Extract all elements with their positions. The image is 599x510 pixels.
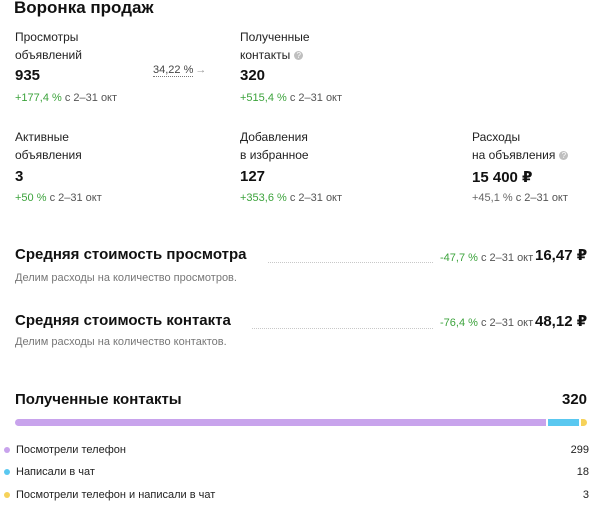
metric-contacts: Полученные контакты?	[240, 28, 310, 64]
avg-view-period: с 2–31 окт	[480, 252, 534, 264]
metric-favorites-delta: +353,6 %	[240, 192, 287, 204]
metric-contacts-change: +515,4 % с 2–31 окт	[240, 92, 342, 104]
metric-active: Активные объявления	[15, 128, 82, 164]
dotted-leader	[268, 262, 433, 263]
avg-view-change: -47,7 % с 2–31 окт	[440, 252, 533, 264]
legend-label: Посмотрели телефон и написали в чат	[16, 489, 216, 501]
list-item: Написали в чат 18	[4, 466, 589, 480]
page-title: Воронка продаж	[14, 0, 154, 17]
avg-contact-description: Делим расходы на количество контактов.	[15, 336, 227, 348]
metric-contacts-value: 320	[240, 67, 266, 84]
avg-contact-title: Средняя стоимость контакта	[15, 312, 231, 329]
dotted-leader	[252, 328, 433, 329]
contacts-stacked-bar	[15, 419, 587, 426]
help-icon[interactable]: ?	[559, 151, 569, 160]
legend-value: 18	[576, 466, 589, 478]
help-icon[interactable]: ?	[294, 51, 304, 60]
metric-views-label-line1: Просмотры	[15, 30, 79, 44]
metric-favorites-label-line2: в избранное	[240, 148, 309, 162]
metric-contacts-period: с 2–31 окт	[289, 92, 343, 104]
bar-segment-phone	[15, 419, 546, 426]
metric-favorites-change: +353,6 % с 2–31 окт	[240, 192, 342, 204]
metric-views-period: с 2–31 окт	[64, 92, 118, 104]
legend-dot-phone	[4, 447, 10, 453]
metric-views-label-line2: объявлений	[15, 48, 82, 62]
metric-favorites-value: 127	[240, 168, 266, 185]
metric-favorites: Добавления в избранное	[240, 128, 309, 164]
avg-contact-value: 48,12 ₽	[535, 313, 588, 330]
contacts-breakdown-title: Полученные контакты	[15, 391, 182, 408]
legend-label: Написали в чат	[16, 466, 95, 478]
metric-views-delta: +177,4 %	[15, 92, 62, 104]
avg-view-value: 16,47 ₽	[535, 247, 588, 264]
metric-expenses-change: +45,1 % с 2–31 окт	[472, 192, 568, 204]
conversion-value: 34,22 %	[153, 64, 194, 77]
avg-contact-delta: -76,4 %	[440, 317, 478, 329]
metric-expenses-period: с 2–31 окт	[515, 192, 568, 204]
legend-dot-both	[4, 492, 10, 498]
legend-value: 299	[570, 444, 589, 456]
metric-favorites-label-line1: Добавления	[240, 130, 308, 144]
bar-segment-both	[581, 419, 587, 426]
avg-contact-change: -76,4 % с 2–31 окт	[440, 317, 533, 329]
metric-active-label-line1: Активные	[15, 130, 69, 144]
legend-label: Посмотрели телефон	[16, 444, 126, 456]
metric-active-period: с 2–31 окт	[49, 192, 102, 204]
metric-views-value: 935	[15, 67, 41, 84]
metric-contacts-delta: +515,4 %	[240, 92, 287, 104]
avg-view-description: Делим расходы на количество просмотров.	[15, 272, 237, 284]
metric-active-label-line2: объявления	[15, 148, 82, 162]
metric-views: Просмотры объявлений	[15, 28, 82, 64]
metric-contacts-label-line2: контакты	[240, 48, 291, 62]
metric-active-value: 3	[15, 168, 24, 185]
list-item: Посмотрели телефон и написали в чат 3	[4, 489, 589, 503]
metric-expenses: Расходы на объявления?	[472, 128, 569, 164]
metric-active-delta: +50 %	[15, 192, 47, 204]
metric-contacts-label-line1: Полученные	[240, 30, 310, 44]
list-item: Посмотрели телефон 299	[4, 444, 589, 458]
arrow-right-icon: →	[195, 64, 207, 76]
metric-expenses-label-line2: на объявления	[472, 148, 556, 162]
metric-views-change: +177,4 % с 2–31 окт	[15, 92, 117, 104]
metric-expenses-label-line1: Расходы	[472, 130, 521, 144]
avg-view-delta: -47,7 %	[440, 252, 478, 264]
metric-active-change: +50 % с 2–31 окт	[15, 192, 102, 204]
avg-contact-period: с 2–31 окт	[480, 317, 534, 329]
avg-view-title: Средняя стоимость просмотра	[15, 246, 247, 263]
conversion-rate[interactable]: 34,22 % →	[153, 64, 207, 77]
bar-segment-chat	[547, 419, 580, 426]
metric-expenses-value: 15 400 ₽	[472, 169, 533, 186]
metric-expenses-delta: +45,1 %	[472, 192, 513, 204]
legend-dot-chat	[4, 469, 10, 475]
metric-favorites-period: с 2–31 окт	[289, 192, 343, 204]
legend-value: 3	[582, 489, 589, 501]
contacts-breakdown-total: 320	[562, 391, 588, 408]
